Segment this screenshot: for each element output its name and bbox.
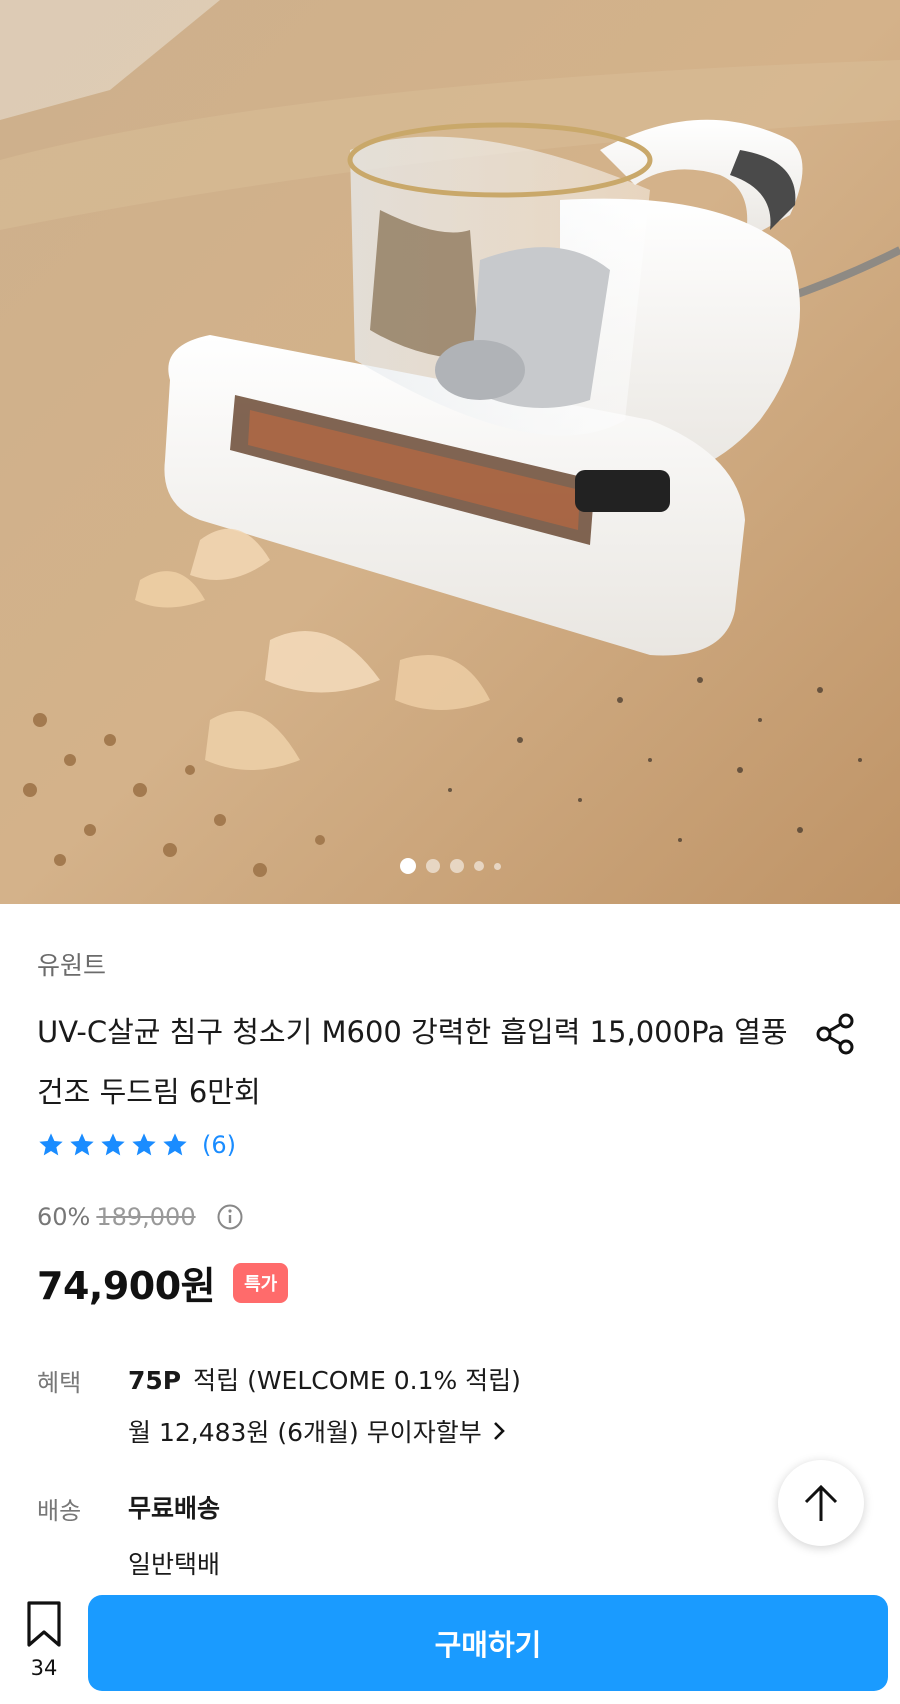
special-deal-badge: 특가	[233, 1262, 289, 1303]
carousel-indicator	[0, 858, 900, 874]
arrow-up-icon	[804, 1484, 838, 1521]
share-button[interactable]	[814, 1012, 858, 1056]
carousel-dot[interactable]	[449, 859, 464, 873]
share-icon	[816, 1013, 854, 1055]
final-price-row: 74,900원 특가	[37, 1255, 289, 1310]
product-photo	[0, 0, 900, 904]
carousel-dot[interactable]	[425, 859, 440, 873]
star-icon	[163, 1133, 187, 1156]
star-icon	[70, 1133, 94, 1156]
shipping-label: 배송	[37, 1497, 82, 1525]
star-icon	[39, 1133, 63, 1156]
installment-text: 월 12,483원 (6개월) 무이자할부	[128, 1418, 482, 1447]
info-icon[interactable]	[216, 1203, 244, 1231]
installment-link[interactable]: 월 12,483원 (6개월) 무이자할부	[128, 1413, 508, 1449]
product-image-carousel[interactable]	[0, 0, 900, 904]
star-icon	[101, 1133, 125, 1156]
shipping-fee: 무료배송	[128, 1494, 221, 1523]
discount-rate: 60%	[37, 1203, 91, 1231]
star-icon	[132, 1133, 156, 1156]
price-discount-row: 60% 189,000	[37, 1203, 244, 1231]
rating-summary[interactable]: (6)	[37, 1131, 236, 1159]
carousel-dot[interactable]	[473, 861, 484, 871]
chevron-right-icon	[493, 1422, 505, 1440]
points-amount: 75P	[128, 1366, 182, 1395]
bookmark-icon	[27, 1601, 61, 1647]
bookmark-count: 34	[30, 1656, 58, 1680]
buy-button[interactable]: 구매하기	[88, 1595, 888, 1691]
bookmark-button[interactable]: 34	[20, 1600, 68, 1680]
final-price: 74,900원	[37, 1264, 216, 1308]
carousel-dot[interactable]	[399, 858, 416, 874]
points-benefit: 75P 적립 (WELCOME 0.1% 적립)	[128, 1361, 521, 1397]
carousel-dot[interactable]	[493, 862, 501, 870]
original-price: 189,000	[96, 1203, 196, 1231]
review-count[interactable]: (6)	[202, 1131, 236, 1159]
product-title: UV-C살균 침구 청소기 M600 강력한 흡입력 15,000Pa 열풍건조…	[37, 1015, 788, 1109]
brand-name[interactable]: 유원트	[37, 946, 106, 982]
bottom-action-bar: 34 구매하기	[0, 1580, 900, 1704]
shipping-method: 일반택배	[128, 1550, 221, 1579]
benefits-label: 혜택	[37, 1369, 82, 1397]
points-description: 적립 (WELCOME 0.1% 적립)	[193, 1366, 521, 1395]
scroll-to-top-button[interactable]	[778, 1460, 864, 1546]
